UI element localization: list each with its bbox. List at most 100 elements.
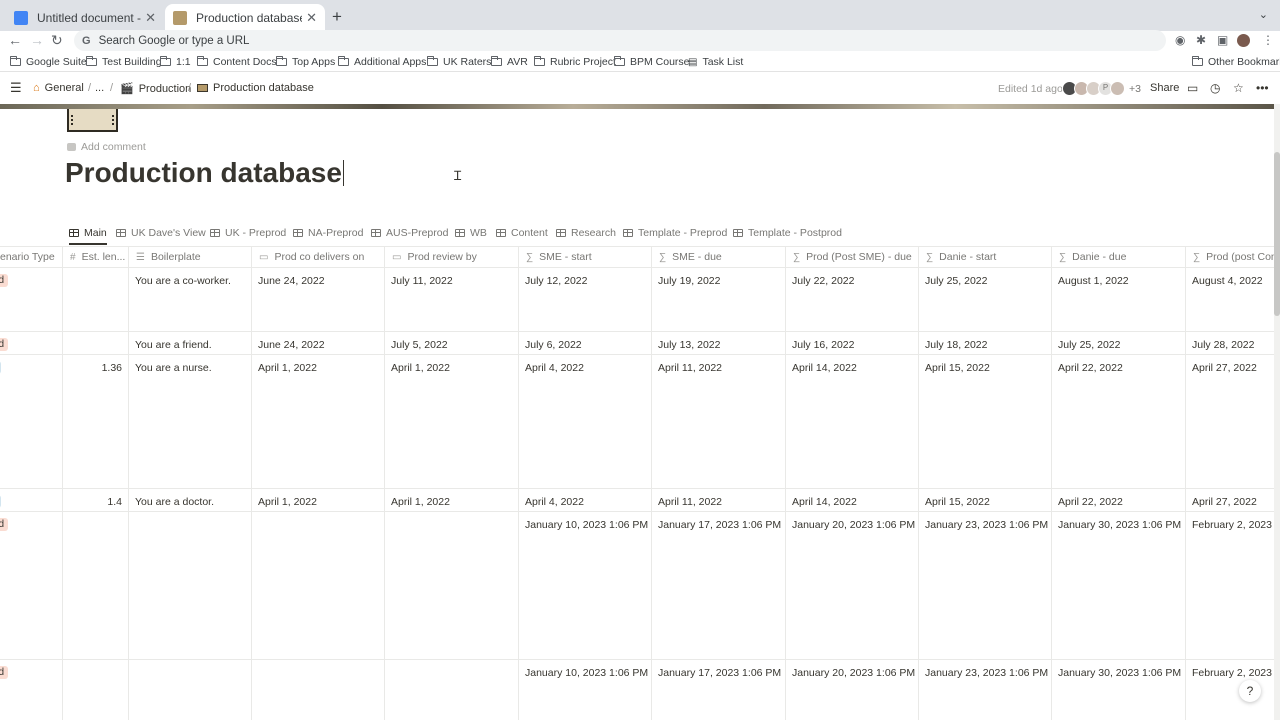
breadcrumb-general[interactable]: ⌂ General [33,82,84,94]
extension-icon[interactable]: ◉ [1175,33,1185,47]
table-cell[interactable] [385,512,518,660]
page-title[interactable]: Production database [65,157,344,189]
vertical-scrollbar-thumb[interactable] [1274,152,1280,316]
table-cell[interactable]: You are a co-worker. [129,268,251,332]
table-cell[interactable]: July 5, 2022 [385,332,518,355]
view-tab-content[interactable]: Content [496,227,548,239]
table-cell[interactable] [63,332,128,355]
bookmark-item[interactable]: Rubric Project [534,56,616,68]
table-cell[interactable] [385,660,518,720]
view-tab-wb[interactable]: WB [455,227,487,239]
view-tab-aus-preprod[interactable]: AUS-Preprod [371,227,448,239]
table-cell[interactable]: April 27, 2022 [1186,489,1274,512]
bookmark-item[interactable]: UK Raters [427,56,491,68]
column-header-scenario-type[interactable]: enario Type [0,247,62,268]
breadcrumb-production[interactable]: 🎬 Production [120,82,191,96]
reload-icon[interactable]: ↻ [51,32,63,49]
bookmark-item[interactable]: 1:1 [160,56,191,68]
view-tab-research[interactable]: Research [556,227,616,239]
star-icon[interactable]: ☆ [1233,81,1244,95]
table-cell[interactable]: dard [0,512,62,660]
table-cell[interactable]: April 4, 2022 [519,355,651,489]
table-cell[interactable]: July 28, 2022 [1186,332,1274,355]
bookmark-item[interactable]: BPM Course [614,56,690,68]
profile-avatar[interactable] [1237,34,1250,47]
table-cell[interactable]: January 10, 2023 1:06 PM [519,512,651,660]
column-header-est-length[interactable]: # Est. len... [63,247,128,268]
new-tab-button[interactable]: + [332,7,342,27]
table-cell[interactable]: 1.4 [63,489,128,512]
bookmark-item[interactable]: AVR [491,56,528,68]
column-header-prod-post-sme-due[interactable]: ∑ Prod (Post SME) - due [786,247,918,268]
puzzle-icon[interactable]: ✱ [1196,33,1206,47]
address-bar[interactable]: G Search Google or type a URL [74,30,1166,51]
table-cell[interactable]: August 4, 2022 [1186,268,1274,332]
table-cell[interactable]: January 30, 2023 1:06 PM [1052,660,1185,720]
breadcrumb-production-database[interactable]: Production database [197,82,314,94]
table-cell[interactable]: You are a nurse. [129,355,251,489]
table-cell[interactable]: July 19, 2022 [652,268,785,332]
table-cell[interactable]: You are a doctor. [129,489,251,512]
table-cell[interactable]: April 1, 2022 [252,355,384,489]
table-cell[interactable] [63,512,128,660]
view-tab-na-preprod[interactable]: NA-Preprod [293,227,363,239]
table-cell[interactable]: July 6, 2022 [519,332,651,355]
bookmark-item[interactable]: Content Docs [197,56,277,68]
share-button[interactable]: Share [1150,82,1179,94]
table-cell[interactable]: April 4, 2022 [519,489,651,512]
column-header-prod-co-delivers-on[interactable]: ▭ Prod co delivers on [252,247,384,268]
tab-search-chevron-icon[interactable]: ⌄ [1259,8,1268,21]
more-options-icon[interactable]: ••• [1256,81,1269,95]
table-cell[interactable]: January 10, 2023 1:06 PM [519,660,651,720]
table-cell[interactable]: cal [0,355,62,489]
sidebar-toggle-icon[interactable]: ☰ [10,80,22,96]
table-cell[interactable]: January 20, 2023 1:06 PM [786,660,918,720]
table-cell[interactable]: July 16, 2022 [786,332,918,355]
table-cell[interactable] [129,512,251,660]
close-tab-icon[interactable]: ✕ [306,10,317,26]
comment-icon[interactable]: ▭ [1187,81,1198,95]
table-cell[interactable]: February 2, 2023 1: [1186,512,1274,660]
table-cell[interactable]: April 15, 2022 [919,489,1051,512]
back-arrow-icon[interactable]: ← [8,32,22,48]
table-cell[interactable]: April 1, 2022 [252,489,384,512]
history-clock-icon[interactable]: ◷ [1210,81,1220,95]
column-header-prod-post-cont[interactable]: ∑ Prod (post Cont [1186,247,1274,268]
view-tab-main[interactable]: Main [69,227,107,245]
table-cell[interactable]: July 11, 2022 [385,268,518,332]
table-cell[interactable]: June 24, 2022 [252,332,384,355]
table-cell[interactable]: cal [0,489,62,512]
table-cell[interactable]: July 18, 2022 [919,332,1051,355]
table-cell[interactable]: You are a friend. [129,332,251,355]
column-header-sme-due[interactable]: ∑ SME - due [652,247,785,268]
table-cell[interactable]: April 11, 2022 [652,489,785,512]
table-cell[interactable]: January 23, 2023 1:06 PM [919,512,1051,660]
table-cell[interactable]: 1.36 [63,355,128,489]
bookmark-item[interactable]: Google Suite [10,56,87,68]
table-cell[interactable] [252,660,384,720]
more-collaborators-count[interactable]: +3 [1129,83,1141,95]
browser-tab-docs[interactable]: Untitled document - Google Docs ✕ [6,4,164,31]
table-cell[interactable]: July 12, 2022 [519,268,651,332]
table-cell[interactable]: April 1, 2022 [385,489,518,512]
table-cell[interactable]: April 14, 2022 [786,489,918,512]
table-cell[interactable]: January 23, 2023 1:06 PM [919,660,1051,720]
table-cell[interactable]: April 1, 2022 [385,355,518,489]
side-panel-icon[interactable]: ▣ [1217,33,1228,47]
table-cell[interactable]: June 24, 2022 [252,268,384,332]
other-bookmarks[interactable]: Other Bookmarks [1192,56,1280,68]
table-cell[interactable]: April 15, 2022 [919,355,1051,489]
view-tab-uk-daves-view[interactable]: UK Dave's View [116,227,206,239]
table-cell[interactable]: August 1, 2022 [1052,268,1185,332]
table-cell[interactable]: July 25, 2022 [919,268,1051,332]
add-comment-button[interactable]: Add comment [67,141,146,153]
view-tab-uk-preprod[interactable]: UK - Preprod [210,227,286,239]
table-cell[interactable]: dard [0,268,62,332]
column-header-danie-due[interactable]: ∑ Danie - due [1052,247,1185,268]
column-header-sme-start[interactable]: ∑ SME - start [519,247,651,268]
help-button[interactable]: ? [1239,680,1261,702]
view-tab-template-preprod[interactable]: Template - Preprod [623,227,727,239]
table-cell[interactable]: July 25, 2022 [1052,332,1185,355]
table-cell[interactable]: dard [0,332,62,355]
column-header-prod-review-by[interactable]: ▭ Prod review by [385,247,518,268]
